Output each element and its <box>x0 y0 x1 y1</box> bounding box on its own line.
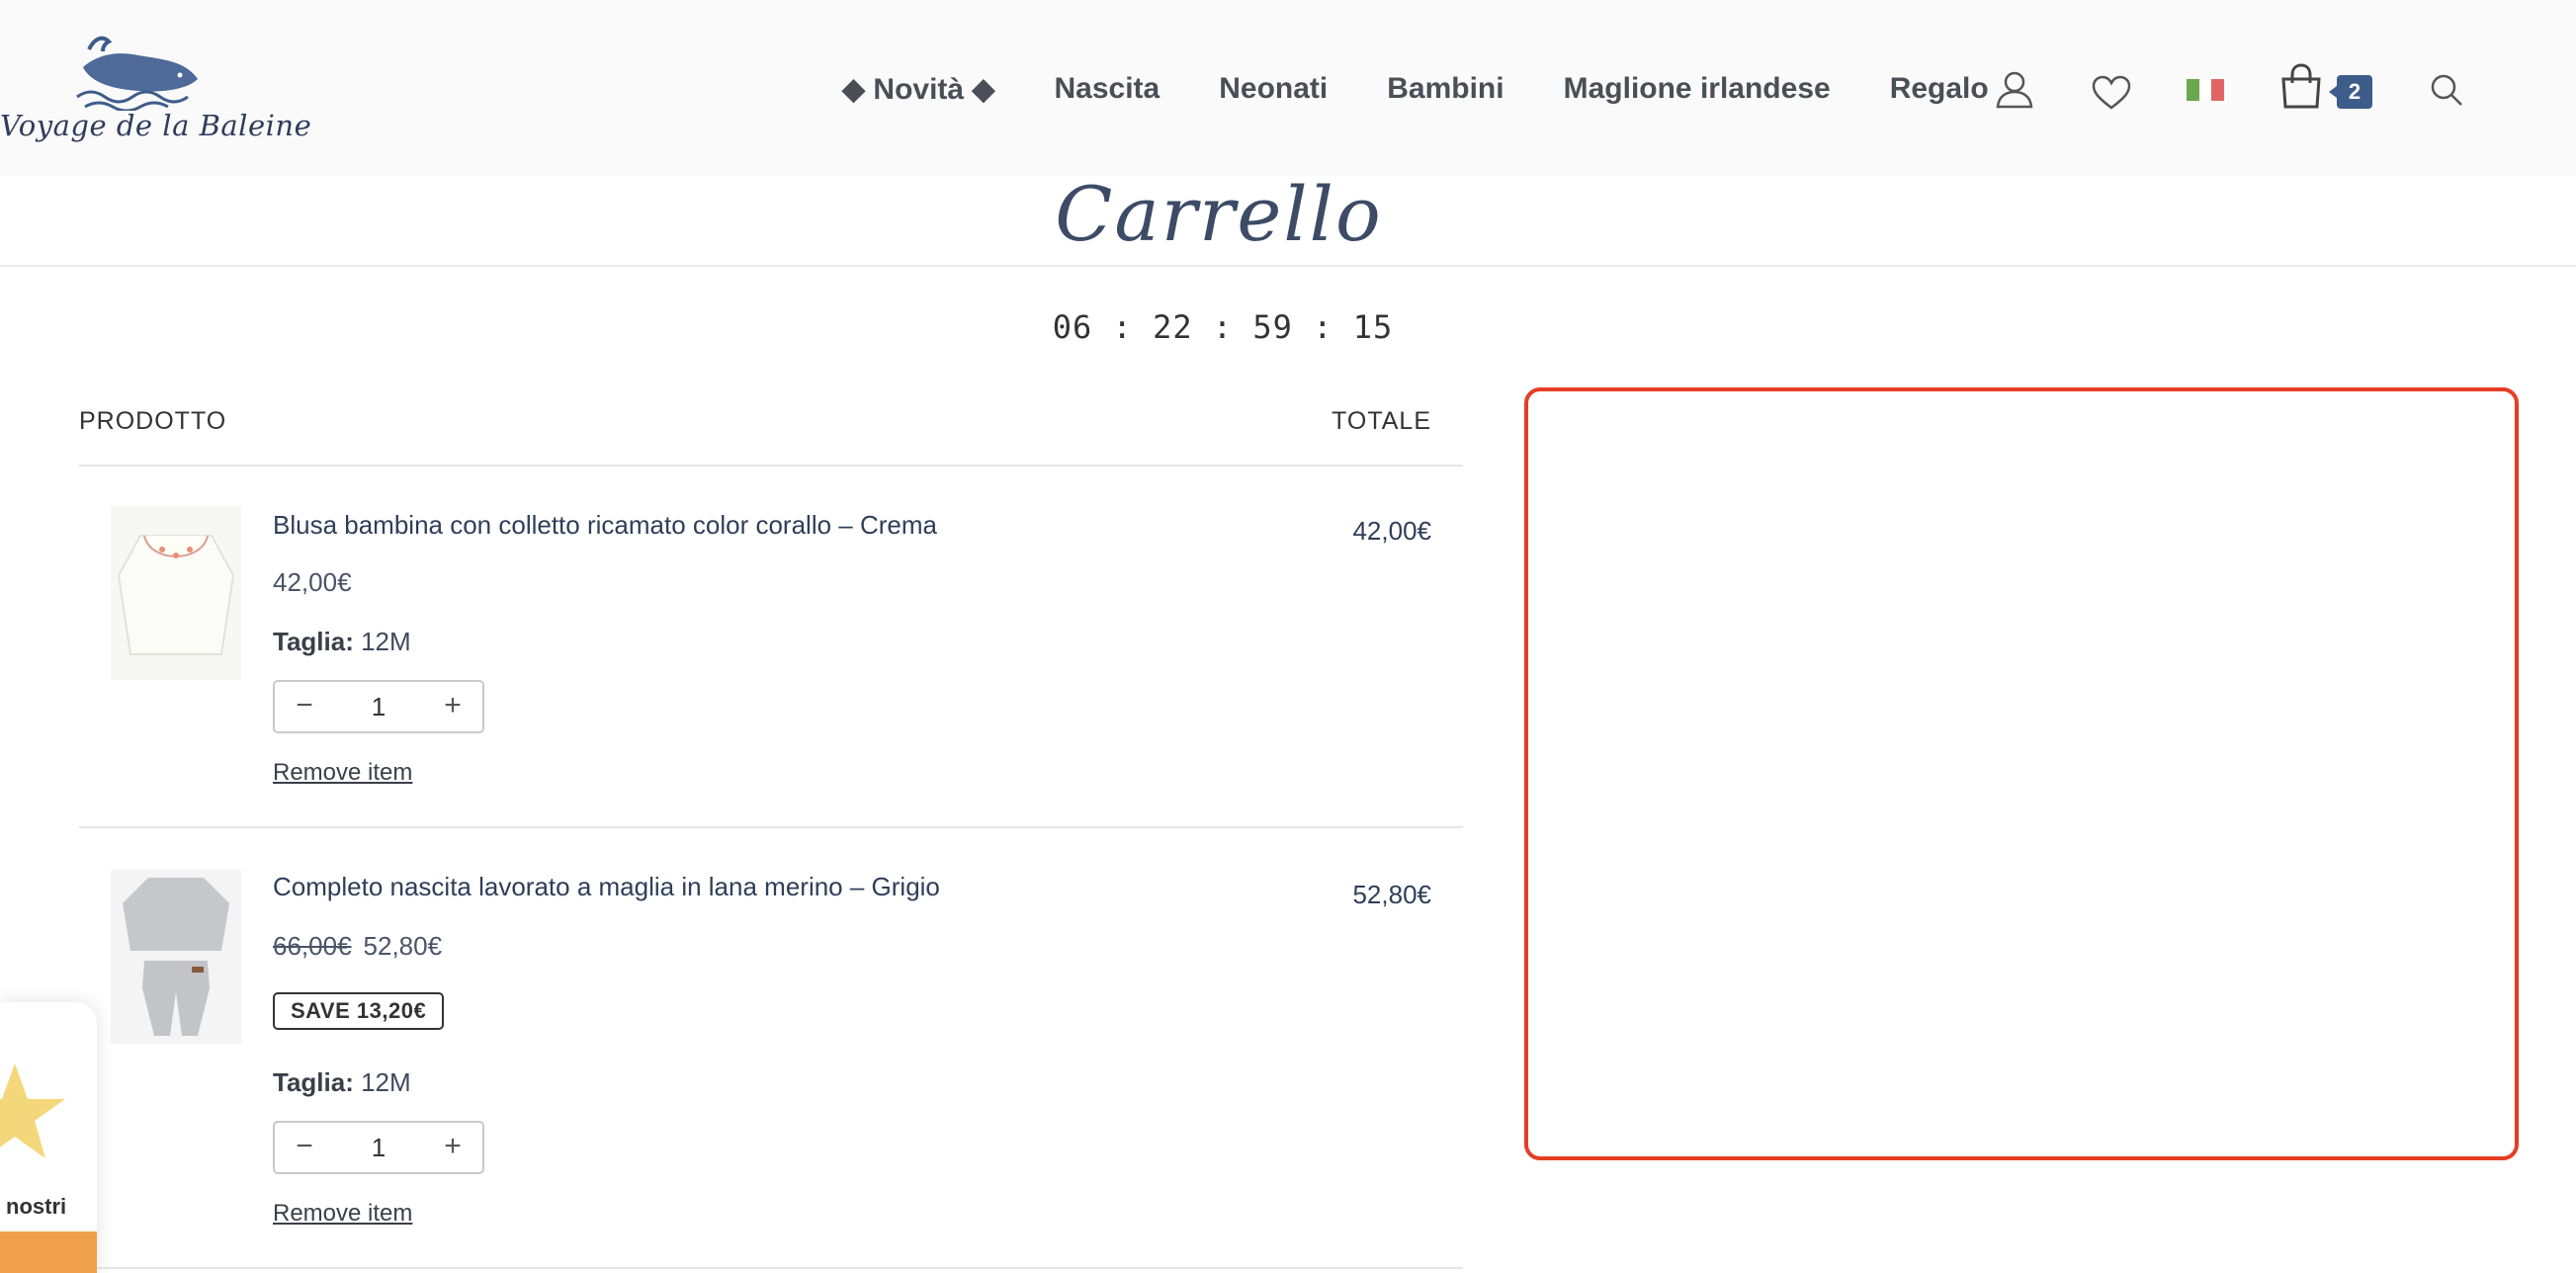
cart-count-badge[interactable]: 2 <box>2329 75 2372 109</box>
column-header-total: TOTALE <box>1331 407 1431 435</box>
product-name-link[interactable]: Completo nascita lavorato a maglia in la… <box>273 872 940 902</box>
cart-icon[interactable] <box>2279 63 2323 109</box>
product-name-link[interactable]: Blusa bambina con colletto ricamato colo… <box>273 510 937 541</box>
line-total: 42,00€ <box>1352 516 1431 546</box>
blouse-image-icon <box>111 506 241 680</box>
remove-item-link[interactable]: Remove item <box>273 1200 412 1228</box>
product-price: 42,00€ <box>273 567 352 597</box>
whale-logo-icon <box>76 36 198 111</box>
quantity-input[interactable] <box>334 1123 423 1172</box>
italian-flag-icon[interactable] <box>2187 79 2225 101</box>
divider <box>79 826 1463 828</box>
nav-item-novita[interactable]: ◆ Novità ◆ <box>842 72 995 107</box>
nav-item-bambini[interactable]: Bambini <box>1387 72 1503 106</box>
logo[interactable]: Voyage de la Baleine <box>0 28 311 156</box>
sale-price: 52,80€ <box>363 931 443 961</box>
product-size: Taglia: 12M <box>273 627 411 657</box>
site-header: Voyage de la Baleine ◆ Novità ◆ Nascita … <box>0 0 2576 176</box>
quantity-decrease-button[interactable]: − <box>275 1123 334 1172</box>
size-label: Taglia: <box>273 627 354 656</box>
original-price: 66,00€ <box>273 931 352 961</box>
order-summary-panel <box>1524 387 2519 1160</box>
product-size: Taglia: 12M <box>273 1067 411 1098</box>
size-value: 12M <box>361 1067 411 1097</box>
knit-set-image-icon <box>111 870 241 1044</box>
reviews-widget-bar[interactable] <box>0 1231 97 1273</box>
divider <box>79 1267 1463 1269</box>
heart-icon[interactable] <box>2092 75 2131 111</box>
star-icon <box>0 1063 65 1158</box>
size-value: 12M <box>361 627 411 656</box>
quantity-stepper: − + <box>273 1121 484 1174</box>
remove-item-link[interactable]: Remove item <box>273 759 412 787</box>
countdown-timer: 06 : 22 : 59 : 15 <box>1052 308 1394 346</box>
nav-item-nascita[interactable]: Nascita <box>1055 72 1160 106</box>
quantity-increase-button[interactable]: + <box>423 1123 482 1172</box>
line-total: 52,80€ <box>1352 880 1431 909</box>
nav-item-neonati[interactable]: Neonati <box>1219 72 1328 106</box>
quantity-input[interactable] <box>334 682 423 731</box>
divider <box>0 265 2576 267</box>
divider <box>79 465 1463 467</box>
page-title: Carrello <box>1055 170 1383 258</box>
product-image[interactable] <box>111 870 241 1044</box>
nav-item-maglione-irlandese[interactable]: Maglione irlandese <box>1564 72 1831 106</box>
logo-text: Voyage de la Baleine <box>0 109 312 142</box>
search-icon[interactable] <box>2430 73 2463 107</box>
main-nav: ◆ Novità ◆ Nascita Neonati Bambini Magli… <box>842 69 2048 109</box>
user-icon[interactable] <box>1995 69 2034 109</box>
quantity-increase-button[interactable]: + <box>423 682 482 731</box>
quantity-stepper: − + <box>273 680 484 733</box>
product-price: 66,00€ 52,80€ <box>273 931 442 962</box>
quantity-decrease-button[interactable]: − <box>275 682 334 731</box>
column-header-product: PRODOTTO <box>79 407 227 435</box>
nav-item-regalo[interactable]: Regalo <box>1890 72 1989 106</box>
product-image[interactable] <box>111 506 241 680</box>
savings-badge: SAVE 13,20€ <box>273 992 445 1030</box>
size-label: Taglia: <box>273 1067 354 1097</box>
reviews-widget[interactable]: nostri <box>0 1002 97 1273</box>
reviews-widget-text: nostri <box>6 1194 67 1219</box>
